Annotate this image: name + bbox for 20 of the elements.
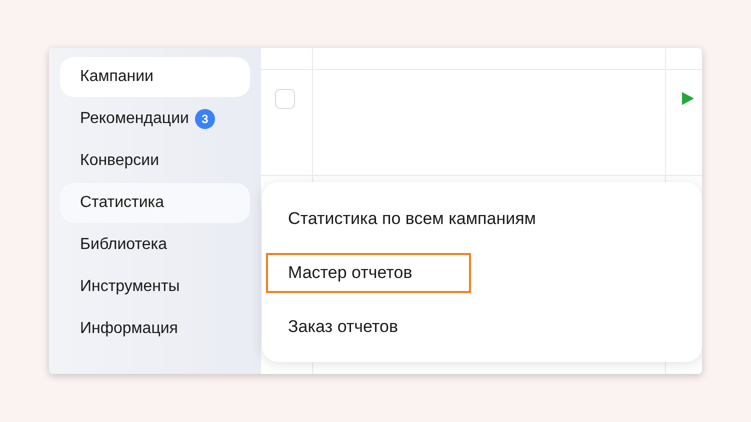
sidebar-item[interactable]: Кампании [60,57,250,97]
sidebar-item[interactable]: Конверсии [60,141,250,181]
sidebar-item[interactable]: Информация [60,309,250,349]
sidebar-label: Рекомендации [80,109,189,129]
count-badge: 3 [194,109,215,129]
play-icon[interactable] [682,92,694,105]
sidebar-label: Библиотека [80,235,167,255]
sidebar-label: Инструменты [80,277,180,297]
menu-item[interactable]: Статистика по всем кампаниям [266,199,558,239]
sidebar-label: Информация [80,319,178,339]
sidebar-item[interactable]: Статистика [60,183,250,223]
sidebar-item[interactable]: Инструменты [60,267,250,307]
sidebar-label: Кампании [80,67,154,87]
sidebar-item[interactable]: Библиотека [60,225,250,265]
sidebar-label: Статистика [80,193,164,213]
menu-item[interactable]: Мастер отчетов [266,253,471,293]
sidebar-label: Конверсии [80,151,160,171]
sidebar-item[interactable]: Рекомендации 3 [60,99,250,139]
menu-item[interactable]: Заказ отчетов [266,307,471,347]
row-checkbox[interactable] [275,89,295,109]
